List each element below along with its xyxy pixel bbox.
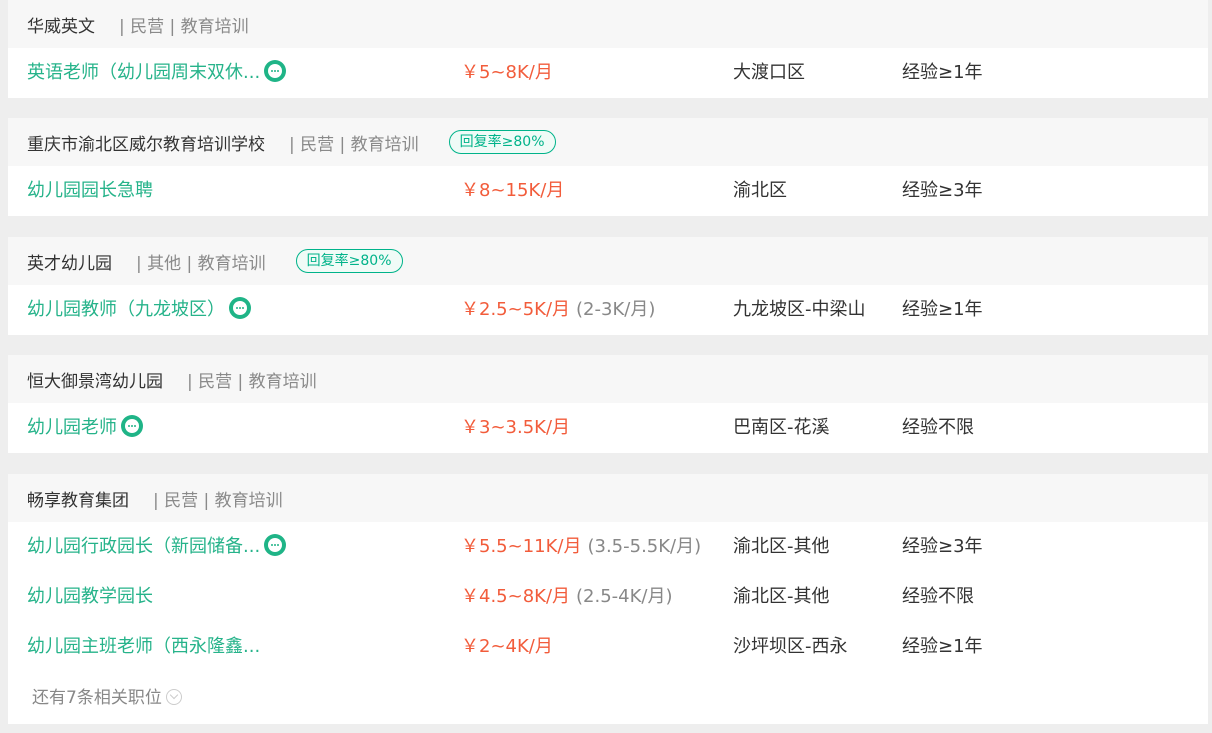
job-rows: 幼儿园老师 ￥3~3.5K/月 巴南区-花溪 经验不限 (8, 403, 1208, 453)
salary-cell: ￥8~15K/月 (461, 166, 564, 216)
more-jobs-label: 还有7条相关职位 (32, 688, 162, 708)
job-rows: 英语老师（幼儿园周末双休... ￥5~8K/月 大渡口区 经验≥1年 (8, 48, 1208, 98)
job-salary: ￥4.5~8K/月 (461, 586, 571, 607)
job-salary: ￥2.5~5K/月 (461, 299, 571, 320)
reply-rate-badge: 回复率≥80% (295, 249, 403, 273)
job-title-cell: 幼儿园主班老师（西永隆鑫... (27, 622, 260, 672)
job-salary: ￥3~3.5K/月 (461, 417, 571, 438)
reply-rate-badge: 回复率≥80% (448, 130, 556, 154)
chat-icon[interactable] (229, 297, 251, 319)
job-title[interactable]: 幼儿园主班老师（西永隆鑫... (27, 636, 260, 657)
company-card: 恒大御景湾幼儿园 | 民营 | 教育培训幼儿园老师 ￥3~3.5K/月 巴南区-花溪 经… (8, 355, 1208, 453)
job-salary: ￥5.5~11K/月 (461, 536, 582, 557)
job-experience: 经验≥1年 (902, 62, 983, 83)
job-experience: 经验≥3年 (902, 180, 983, 201)
job-salary-note: (3.5-5.5K/月) (587, 536, 702, 557)
company-meta: | 民营 | 教育培训 (289, 134, 419, 155)
job-salary: ￥5~8K/月 (461, 62, 553, 83)
company-card: 畅享教育集团 | 民营 | 教育培训幼儿园行政园长（新园储备... ￥5.5~11K… (8, 474, 1208, 724)
job-salary: ￥2~4K/月 (461, 636, 553, 657)
company-meta: | 其他 | 教育培训 (136, 253, 266, 274)
job-experience: 经验≥3年 (902, 536, 983, 557)
job-title[interactable]: 幼儿园教学园长 (27, 586, 153, 607)
job-salary: ￥8~15K/月 (461, 180, 565, 201)
job-row[interactable]: 英语老师（幼儿园周末双休... ￥5~8K/月 大渡口区 经验≥1年 (8, 48, 1208, 98)
job-row[interactable]: 幼儿园教师（九龙坡区） ￥2.5~5K/月 (2-3K/月) 九龙坡区-中梁山 经验≥1… (8, 285, 1208, 335)
job-title-cell: 幼儿园老师 (27, 403, 143, 453)
company-header: 英才幼儿园 | 其他 | 教育培训 回复率≥80% (8, 237, 1208, 285)
job-location: 巴南区-花溪 (733, 417, 830, 438)
salary-cell: ￥5.5~11K/月 (3.5-5.5K/月) (461, 522, 701, 572)
company-card: 重庆市渝北区威尔教育培训学校 | 民营 | 教育培训 回复率≥80% 幼儿园园长急聘 ￥… (8, 118, 1208, 216)
job-title[interactable]: 英语老师（幼儿园周末双休... (27, 62, 260, 83)
job-rows: 幼儿园教师（九龙坡区） ￥2.5~5K/月 (2-3K/月) 九龙坡区-中梁山 经验≥1… (8, 285, 1208, 335)
job-row[interactable]: 幼儿园行政园长（新园储备... ￥5.5~11K/月 (3.5-5.5K/月) 渝北区… (8, 522, 1208, 572)
job-location: 沙坪坝区-西永 (733, 636, 848, 657)
company-header: 重庆市渝北区威尔教育培训学校 | 民营 | 教育培训 回复率≥80% (8, 118, 1208, 166)
salary-cell: ￥5~8K/月 (461, 48, 553, 98)
job-location: 大渡口区 (733, 62, 805, 83)
company-card: 英才幼儿园 | 其他 | 教育培训 回复率≥80% 幼儿园教师（九龙坡区） ￥2.5~5… (8, 237, 1208, 335)
job-row[interactable]: 幼儿园主班老师（西永隆鑫... ￥2~4K/月 沙坪坝区-西永 经验≥1年 (8, 622, 1208, 672)
salary-cell: ￥2.5~5K/月 (2-3K/月) (461, 285, 655, 335)
company-meta: | 民营 | 教育培训 (119, 16, 249, 37)
job-title[interactable]: 幼儿园园长急聘 (27, 180, 153, 201)
company-meta: | 民营 | 教育培训 (187, 371, 317, 392)
job-rows: 幼儿园行政园长（新园储备... ￥5.5~11K/月 (3.5-5.5K/月) 渝北区… (8, 522, 1208, 724)
job-salary-note: (2-3K/月) (576, 299, 656, 320)
job-title-cell: 幼儿园教学园长 (27, 572, 153, 622)
job-experience: 经验≥1年 (902, 299, 983, 320)
job-location: 渝北区-其他 (733, 536, 830, 557)
job-experience: 经验不限 (902, 417, 974, 438)
more-jobs-link[interactable]: 还有7条相关职位 (8, 672, 1208, 724)
job-title[interactable]: 幼儿园教师（九龙坡区） (27, 299, 225, 320)
job-title-cell: 幼儿园行政园长（新园储备... (27, 522, 287, 572)
job-salary-note: (2.5-4K/月) (576, 586, 673, 607)
job-title-cell: 英语老师（幼儿园周末双休... (27, 48, 287, 98)
job-list: 华威英文 | 民营 | 教育培训 英语老师（幼儿园周末双休... ￥5~8K/月 大渡口… (0, 0, 1212, 733)
job-title[interactable]: 幼儿园行政园长（新园储备... (27, 536, 260, 557)
company-name[interactable]: 英才幼儿园 (27, 249, 112, 274)
company-header: 华威英文 | 民营 | 教育培训 (8, 0, 1208, 48)
company-header: 畅享教育集团 | 民营 | 教育培训 (8, 474, 1208, 522)
job-row[interactable]: 幼儿园老师 ￥3~3.5K/月 巴南区-花溪 经验不限 (8, 403, 1208, 453)
company-meta: | 民营 | 教育培训 (153, 490, 283, 511)
company-card: 华威英文 | 民营 | 教育培训英语老师（幼儿园周末双休... ￥5~8K/月 大渡口… (8, 0, 1208, 98)
company-header: 恒大御景湾幼儿园 | 民营 | 教育培训 (8, 355, 1208, 403)
job-row[interactable]: 幼儿园园长急聘 ￥8~15K/月 渝北区 经验≥3年 (8, 166, 1208, 216)
expand-down-icon[interactable] (165, 689, 182, 705)
salary-cell: ￥3~3.5K/月 (461, 403, 570, 453)
chat-icon[interactable] (264, 534, 287, 556)
job-experience: 经验不限 (902, 586, 974, 607)
company-name[interactable]: 畅享教育集团 (27, 486, 129, 511)
company-name[interactable]: 恒大御景湾幼儿园 (27, 367, 163, 392)
job-location: 渝北区-其他 (733, 586, 830, 607)
job-rows: 幼儿园园长急聘 ￥8~15K/月 渝北区 经验≥3年 (8, 166, 1208, 216)
job-title-cell: 幼儿园园长急聘 (27, 166, 153, 216)
company-name[interactable]: 重庆市渝北区威尔教育培训学校 (27, 130, 265, 155)
salary-cell: ￥4.5~8K/月 (2.5-4K/月) (461, 572, 673, 622)
chat-icon[interactable] (121, 415, 143, 437)
job-title-cell: 幼儿园教师（九龙坡区） (27, 285, 251, 335)
job-title[interactable]: 幼儿园老师 (27, 417, 117, 438)
job-location: 九龙坡区-中梁山 (733, 299, 866, 320)
job-row[interactable]: 幼儿园教学园长 ￥4.5~8K/月 (2.5-4K/月) 渝北区-其他 经验不限 (8, 572, 1208, 622)
job-experience: 经验≥1年 (902, 636, 983, 657)
company-name[interactable]: 华威英文 (27, 12, 95, 37)
salary-cell: ￥2~4K/月 (461, 622, 553, 672)
chat-icon[interactable] (264, 60, 287, 82)
job-location: 渝北区 (733, 180, 787, 201)
